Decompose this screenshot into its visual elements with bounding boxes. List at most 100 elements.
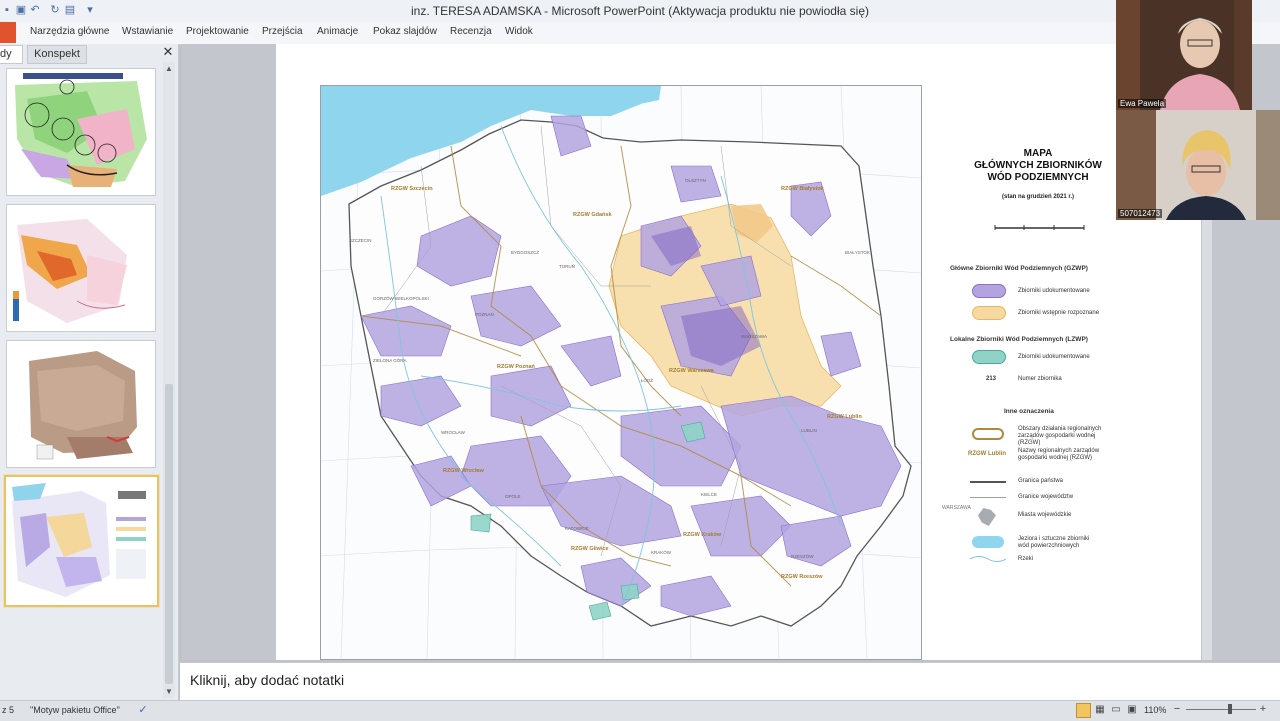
- theme-name[interactable]: "Motyw pakietu Office": [30, 705, 120, 715]
- scale-bar: [994, 225, 1085, 230]
- zoom-slider-handle[interactable]: [1228, 704, 1232, 714]
- participant-1-name: Ewa Pawela: [1118, 99, 1167, 108]
- city-label: LUBLIN: [801, 428, 817, 433]
- slide-thumbnail-2[interactable]: [6, 204, 156, 332]
- slide-counter: z 5: [2, 705, 15, 715]
- participant-2-name: 507012473: [1118, 209, 1163, 218]
- thumbnail-map-reservoirs: [6, 477, 157, 605]
- city-label: RZESZÓW: [791, 553, 814, 559]
- window-title: inz. TERESA ADAMSKA - Microsoft PowerPoi…: [411, 4, 869, 18]
- undo-icon[interactable]: ↶: [28, 3, 42, 17]
- tab-design[interactable]: Projektowanie: [186, 26, 249, 37]
- rzgw-label: RZGW Gdańsk: [573, 212, 612, 218]
- participant-video-1[interactable]: Ewa Pawela: [1116, 0, 1252, 110]
- thumbnail-map-relief: [7, 341, 155, 467]
- zoom-slider-track[interactable]: [1186, 709, 1256, 710]
- notes-placeholder[interactable]: Kliknij, aby dodać notatki: [190, 672, 344, 688]
- legend-lzwp-heading: Lokalne Zbiorniki Wód Podziemnych (LZWP): [950, 336, 1088, 343]
- legend-rzgw-name-sample: RZGW Lublin: [968, 451, 1006, 457]
- city-label: BIAŁYSTOK: [845, 250, 870, 255]
- tab-transitions[interactable]: Przejścia: [262, 26, 303, 37]
- legend-number-label: Numer zbiornika: [1018, 376, 1062, 382]
- city-label: OLSZTYN: [685, 178, 706, 183]
- groundwater-map: RZGW Szczecin RZGW Gdańsk RZGW Białystok…: [320, 85, 922, 660]
- city-label: KIELCE: [701, 492, 717, 497]
- participant-video-2[interactable]: 507012473: [1116, 110, 1280, 220]
- zoom-in-icon[interactable]: +: [1258, 703, 1268, 715]
- city-label: KATOWICE: [565, 526, 589, 531]
- spell-check-icon[interactable]: ✓: [136, 703, 150, 717]
- scroll-up-icon[interactable]: ▲: [164, 64, 174, 74]
- legend-lzwp-documented-swatch: [972, 350, 1006, 364]
- poland-map-drawing: RZGW Szczecin RZGW Gdańsk RZGW Białystok…: [321, 86, 921, 659]
- legend-gzwp-heading: Główne Zbiorniki Wód Podziemnych (GZWP): [950, 265, 1088, 272]
- legend-gzwp-documented-swatch: [972, 284, 1006, 298]
- slides-panel-scroll-thumb[interactable]: [165, 384, 173, 684]
- city-label: BYDGOSZCZ: [511, 250, 539, 255]
- legend-gzwp-documented: Zbiorniki udokumentowane: [1018, 288, 1090, 294]
- rzgw-label: RZGW Rzeszów: [781, 574, 823, 580]
- city-label: OPOLE: [505, 494, 521, 499]
- slide-sorter-icon[interactable]: ▦: [1094, 704, 1106, 716]
- thumbnail-map-gradient: [7, 205, 155, 331]
- legend-number-marker: 213: [986, 376, 997, 382]
- legend-lzwp-documented: Zbiorniki udokumentowane: [1018, 354, 1090, 360]
- zoom-out-icon[interactable]: −: [1172, 703, 1182, 715]
- legend-rzgw-name: Nazwy regionalnych zarządów gospodarki w…: [1018, 448, 1100, 461]
- legend-state-border: Granica państwa: [1018, 478, 1064, 484]
- city-label: ŁÓDŹ: [641, 377, 653, 383]
- rzgw-label: RZGW Lublin: [827, 414, 862, 420]
- file-tab[interactable]: [0, 22, 16, 43]
- legend-gzwp-preliminary-swatch: [972, 306, 1006, 320]
- legend-voivodeship-border: Granice województw: [1018, 494, 1074, 500]
- tab-insert[interactable]: Wstawianie: [122, 26, 173, 37]
- legend-city-sample: WARSZAWA: [942, 505, 971, 511]
- tab-slides[interactable]: dy: [0, 45, 23, 64]
- tab-home[interactable]: Narzędzia główne: [30, 26, 110, 37]
- reading-view-icon[interactable]: ▭: [1110, 704, 1122, 716]
- rzgw-label: RZGW Wrocław: [443, 468, 485, 474]
- city-label: KRAKÓW: [651, 549, 672, 555]
- tab-slide-show[interactable]: Pokaz slajdów: [373, 26, 437, 37]
- legend-lakes-swatch: [972, 536, 1004, 548]
- legend-rivers: Rzeki: [1018, 556, 1034, 562]
- normal-view-icon[interactable]: [1076, 703, 1091, 718]
- rzgw-label: RZGW Poznań: [497, 364, 536, 370]
- legend-rzgw-area-swatch: [972, 428, 1004, 440]
- city-label: WROCŁAW: [441, 430, 466, 435]
- map-title: MAPA GŁÓWNYCH ZBIORNIKÓW WÓD PODZIEMNYCH: [974, 148, 1102, 183]
- zoom-level[interactable]: 110%: [1144, 705, 1166, 715]
- rzgw-label: RZGW Kraków: [683, 532, 722, 538]
- legend-other-heading: Inne oznaczenia: [1004, 408, 1054, 415]
- legend-gzwp-preliminary: Zbiorniki wstępnie rozpoznane: [1018, 310, 1100, 316]
- close-panel-icon[interactable]: ✕: [161, 44, 175, 60]
- tab-animations[interactable]: Animacje: [317, 26, 358, 37]
- slide-thumbnail-4-selected[interactable]: [4, 475, 159, 607]
- open-folder-icon[interactable]: ▤: [63, 3, 77, 17]
- app-menu-icon[interactable]: ▪: [0, 3, 14, 17]
- city-label: GORZÓW WIELKOPOLSKI: [373, 295, 429, 301]
- notes-pane[interactable]: [180, 662, 1280, 701]
- scroll-down-icon[interactable]: ▼: [164, 687, 174, 697]
- tab-outline[interactable]: Konspekt: [27, 45, 87, 64]
- slide-thumbnail-3[interactable]: [6, 340, 156, 468]
- legend-voivodeship-border-line: [970, 497, 1006, 498]
- city-label: TORUŃ: [559, 263, 575, 269]
- thumbnail-map-colored: [7, 69, 155, 195]
- slide-thumbnail-1[interactable]: [6, 68, 156, 196]
- rzgw-label: RZGW Gliwice: [571, 546, 609, 552]
- redo-icon[interactable]: ↻: [48, 3, 62, 17]
- tab-view[interactable]: Widok: [505, 26, 533, 37]
- legend-rivers-line: [970, 556, 1006, 562]
- city-label: WARSZAWA: [741, 334, 767, 339]
- map-subtitle: (stan na grudzień 2021 r.): [1001, 194, 1075, 200]
- city-label: ZIELONA GÓRA: [373, 357, 407, 363]
- city-label: POZNAŃ: [475, 311, 494, 317]
- slideshow-view-icon[interactable]: ▣: [1126, 704, 1138, 716]
- legend-state-border-line: [970, 481, 1006, 483]
- rzgw-label: RZGW Szczecin: [391, 186, 433, 192]
- tab-review[interactable]: Recenzja: [450, 26, 492, 37]
- rzgw-label: RZGW Białystok: [781, 186, 825, 192]
- customize-toolbar-icon[interactable]: ▾: [83, 3, 97, 17]
- save-icon[interactable]: ▣: [14, 3, 28, 17]
